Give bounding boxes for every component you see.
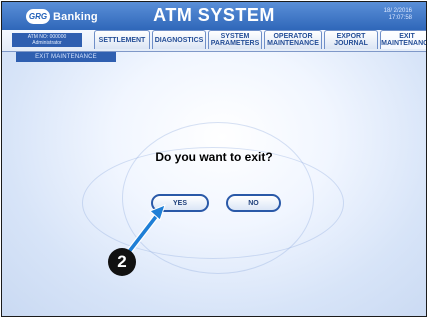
user-role: Administrator (32, 40, 62, 46)
info-bar: ATM NO: 000000 Administrator SETTLEMENT … (2, 30, 426, 52)
tab-operator-maintenance[interactable]: OPERATOR MAINTENANCE (264, 30, 322, 49)
tab-settlement[interactable]: SETTLEMENT (94, 30, 150, 49)
content-area (2, 52, 426, 316)
step-callout-badge: 2 (108, 248, 136, 276)
atm-info-panel: ATM NO: 000000 Administrator (12, 33, 82, 47)
tab-bar: SETTLEMENT DIAGNOSTICS SYSTEM PARAMETERS… (94, 30, 426, 49)
app-title: ATM SYSTEM (153, 5, 275, 25)
atm-window: GRG Banking ATM SYSTEM 18/ 2/2016 17:07:… (1, 1, 427, 317)
exit-question: Do you want to exit? (155, 150, 273, 164)
tab-diagnostics[interactable]: DIAGNOSTICS (152, 30, 206, 49)
tab-exit-maintenance[interactable]: EXIT MAINTENANCE (380, 30, 426, 49)
yes-button[interactable]: YES (151, 194, 209, 212)
tab-system-parameters[interactable]: SYSTEM PARAMETERS (208, 30, 262, 49)
header-bar: GRG Banking ATM SYSTEM 18/ 2/2016 17:07:… (2, 2, 426, 30)
date-text: 18/ 2/2016 (383, 8, 412, 14)
no-button[interactable]: NO (226, 194, 281, 212)
time-text: 17:07:58 (388, 15, 412, 21)
tab-export-journal[interactable]: EXPORT JOURNAL (324, 30, 378, 49)
datetime: 18/ 2/2016 17:07:58 (384, 8, 412, 22)
sub-tab-exit-maintenance: EXIT MAINTENANCE (16, 52, 116, 62)
